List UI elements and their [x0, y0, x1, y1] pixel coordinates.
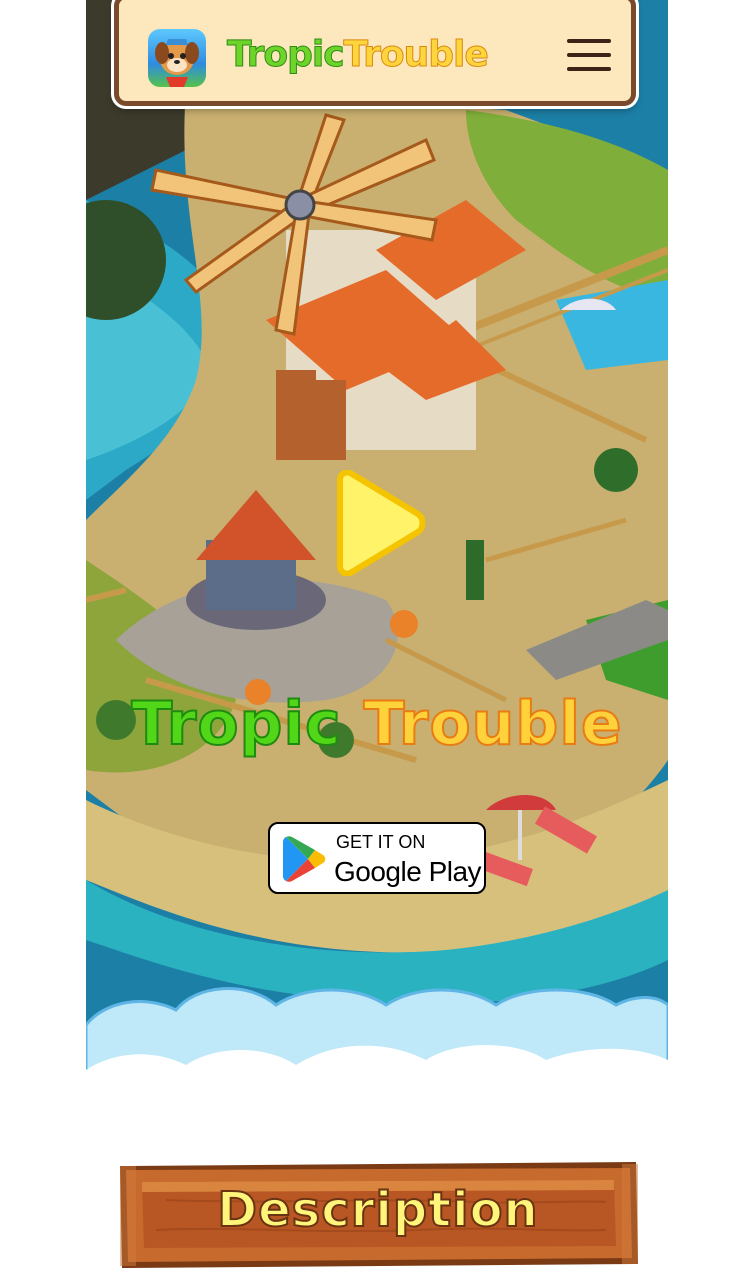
- hamburger-line: [567, 67, 611, 71]
- google-play-badge[interactable]: GET IT ON Google Play: [268, 822, 486, 894]
- brand-part-trouble: Trouble: [343, 34, 489, 76]
- hero-section: TropicTrouble Tropic Trouble GET IT ON G…: [86, 0, 668, 1100]
- hamburger-menu-icon: [567, 39, 611, 43]
- hamburger-menu-button[interactable]: [567, 39, 613, 73]
- description-heading: Description: [216, 1181, 539, 1239]
- hero-game-title: Tropic Trouble: [86, 684, 668, 764]
- hero-title-tropic: Tropic: [130, 688, 342, 760]
- brand-logo[interactable]: TropicTrouble: [227, 33, 490, 77]
- badge-store-name: Google Play: [334, 856, 482, 887]
- badge-small-text: GET IT ON: [336, 832, 426, 852]
- site-header: TropicTrouble: [114, 0, 636, 106]
- play-triangle-icon: [337, 469, 426, 577]
- dog-mascot-icon: [155, 39, 199, 87]
- landing-page: TropicTrouble Tropic Trouble GET IT ON G…: [86, 0, 668, 1280]
- hamburger-line: [567, 53, 611, 57]
- app-logo-icon[interactable]: [148, 29, 206, 87]
- brand-part-tropic: Tropic: [227, 34, 346, 76]
- description-section-header: Description: [116, 1160, 640, 1270]
- play-video-button[interactable]: [324, 469, 428, 577]
- google-play-icon: [283, 836, 326, 882]
- hero-title-trouble: Trouble: [363, 688, 623, 760]
